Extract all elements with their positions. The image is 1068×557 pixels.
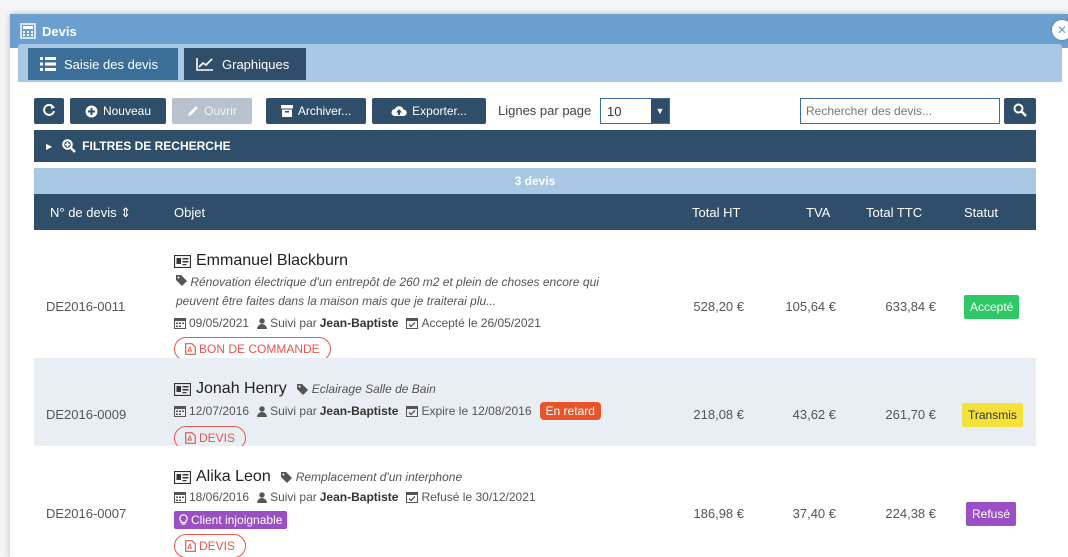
devis-number: DE2016-0011 [46, 299, 126, 314]
client-injoignable-badge: Client injoignable [174, 511, 288, 529]
archive-icon [280, 105, 293, 117]
table-header: N° de devis ⇕ Objet Total HT TVA Total T… [34, 194, 1036, 230]
tabs-bar: Saisie des devis Graphiques [18, 44, 1062, 82]
contact-card-icon [174, 382, 191, 396]
calendar-check-icon [406, 317, 419, 329]
pdf-file-icon [185, 432, 196, 444]
pdf-file-icon [185, 343, 196, 355]
lignes-par-page-select[interactable]: 10 ▼ [600, 98, 670, 124]
filtres-de-recherche-toggle[interactable]: ▶ Filtres de recherche [34, 130, 1036, 162]
user-icon [257, 317, 268, 329]
devis-document-link[interactable]: DEVIS [174, 534, 247, 557]
tva: 37,40 € [792, 506, 836, 521]
tag-icon [280, 471, 292, 483]
total-ht: 218,08 € [693, 407, 744, 422]
list-icon [40, 57, 56, 71]
tva: 105,64 € [785, 299, 836, 314]
tag-icon [296, 383, 308, 395]
table-row[interactable]: DE2016-0007 Alika Leon Remplacement d'un… [34, 446, 1036, 557]
lightbulb-icon [179, 514, 188, 526]
tag-icon [176, 275, 190, 289]
lignes-par-page-label: Lignes par page [498, 103, 592, 118]
search-button[interactable] [1004, 98, 1036, 124]
calendar-check-icon [406, 405, 419, 417]
tab-label: Saisie des devis [64, 56, 158, 72]
devis-number: DE2016-0007 [46, 506, 127, 521]
user-icon [257, 491, 268, 503]
total-ttc: 261,70 € [885, 407, 936, 422]
devis-description: Remplacement d'un interphone [280, 470, 462, 484]
result-count: 3 devis [34, 168, 1036, 194]
archiver-button[interactable]: Archiver... [266, 98, 366, 124]
table-row[interactable]: DE2016-0011 Emmanuel Blackburn Rénovatio… [34, 230, 1036, 361]
devis-number: DE2016-0009 [46, 407, 127, 422]
tab-label: Graphiques [222, 56, 290, 72]
plus-circle-icon [85, 105, 98, 118]
tva: 43,62 € [792, 407, 836, 422]
line-chart-icon [196, 57, 214, 71]
devis-meta: 12/07/2016 Suivi par Jean-Baptiste Expire… [174, 402, 601, 420]
client-name: Jonah Henry Eclairage Salle de Bain [174, 380, 436, 398]
pdf-file-icon [185, 540, 196, 552]
window-titlebar: Devis [10, 14, 1068, 48]
calculator-icon [20, 23, 36, 39]
devis-description: Eclairage Salle de Bain [296, 382, 436, 396]
column-header-total-ht: Total HT [692, 205, 741, 220]
column-header-num[interactable]: N° de devis ⇕ [50, 205, 131, 221]
ouvrir-button[interactable]: Ouvrir [172, 98, 252, 124]
column-header-statut: Statut [964, 205, 998, 220]
user-icon [257, 405, 268, 417]
close-icon: ✕ [1056, 23, 1068, 37]
total-ht: 186,98 € [693, 506, 744, 521]
client-name: Emmanuel Blackburn [174, 252, 348, 270]
window-title: Devis [42, 23, 77, 39]
total-ht: 528,20 € [693, 299, 744, 314]
total-ttc: 633,84 € [885, 299, 936, 314]
total-ttc: 224,38 € [885, 506, 936, 521]
search-icon [1013, 103, 1027, 120]
close-button[interactable]: ✕ [1052, 20, 1068, 40]
exporter-button[interactable]: Exporter... [372, 98, 486, 124]
column-header-objet: Objet [174, 205, 206, 220]
status-badge: Accepté [964, 295, 1020, 319]
cloud-upload-icon [391, 105, 407, 117]
tab-graphiques[interactable]: Graphiques [184, 48, 306, 80]
status-badge: Transmis [962, 403, 1023, 427]
calendar-icon [174, 491, 186, 503]
client-name: Alika Leon Remplacement d'un interphone [174, 468, 462, 486]
table-row[interactable]: DE2016-0009 Jonah Henry Eclairage Salle … [34, 358, 1036, 450]
tab-saisie-des-devis[interactable]: Saisie des devis [28, 48, 178, 80]
devis-description: Rénovation électrique d'un entrepôt de 2… [176, 275, 599, 308]
devis-meta: 09/05/2021 Suivi par Jean-Baptiste Accept… [174, 316, 541, 330]
column-header-total-ttc: Total TTC [866, 205, 923, 220]
calendar-check-icon [406, 491, 419, 503]
late-badge: En retard [539, 402, 601, 420]
calendar-icon [174, 317, 186, 329]
calendar-icon [174, 405, 186, 417]
pencil-icon [187, 105, 199, 117]
contact-card-icon [174, 470, 191, 484]
status-badge: Refusé [966, 502, 1017, 526]
search-input[interactable] [800, 98, 1000, 124]
caret-right-icon: ▶ [46, 141, 53, 151]
refresh-button[interactable] [34, 98, 64, 124]
devis-meta: 18/06/2016 Suivi par Jean-Baptiste Refusé… [174, 490, 536, 504]
refresh-icon [42, 103, 56, 120]
column-header-tva: TVA [806, 205, 831, 220]
search-plus-icon [62, 139, 77, 153]
contact-card-icon [174, 254, 191, 268]
caret-down-icon: ▼ [651, 99, 669, 123]
toolbar: Nouveau Ouvrir Archiver... Exporter... L… [34, 98, 1036, 124]
nouveau-button[interactable]: Nouveau [70, 98, 166, 124]
